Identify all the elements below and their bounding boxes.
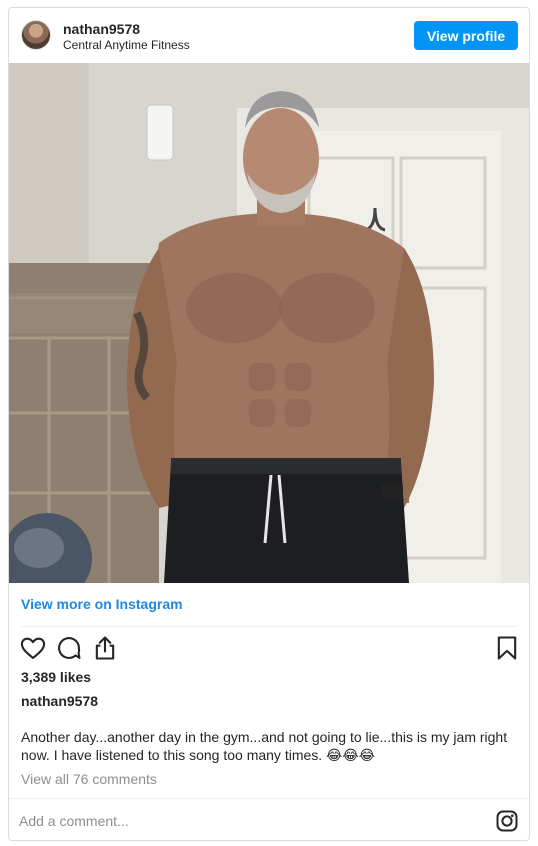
header-location[interactable]: Central Anytime Fitness [63,38,190,52]
add-comment-input[interactable] [19,809,459,833]
view-all-comments-link[interactable]: View all 76 comments [21,771,157,787]
header-username[interactable]: nathan9578 [63,21,140,37]
bookmark-icon[interactable] [493,634,521,662]
comment-bar [9,798,529,840]
divider [21,626,517,627]
instagram-logo-icon[interactable] [495,809,519,833]
post-caption: Another day...another day in the gym...a… [21,729,508,763]
likes-count[interactable]: 3,389 likes [21,669,91,685]
post-photo[interactable] [9,63,529,583]
comment-icon[interactable] [55,634,83,662]
share-icon[interactable] [91,634,119,662]
caption-username[interactable]: nathan9578 [21,693,98,709]
view-profile-button[interactable]: View profile [414,21,518,50]
post-image [9,63,529,583]
post-header: nathan9578 Central Anytime Fitness View … [9,8,529,63]
heart-icon[interactable] [19,634,47,662]
instagram-embed-card: nathan9578 Central Anytime Fitness View … [8,7,530,841]
avatar[interactable] [21,20,51,50]
action-bar [9,632,529,666]
view-more-on-instagram-link[interactable]: View more on Instagram [21,596,183,612]
